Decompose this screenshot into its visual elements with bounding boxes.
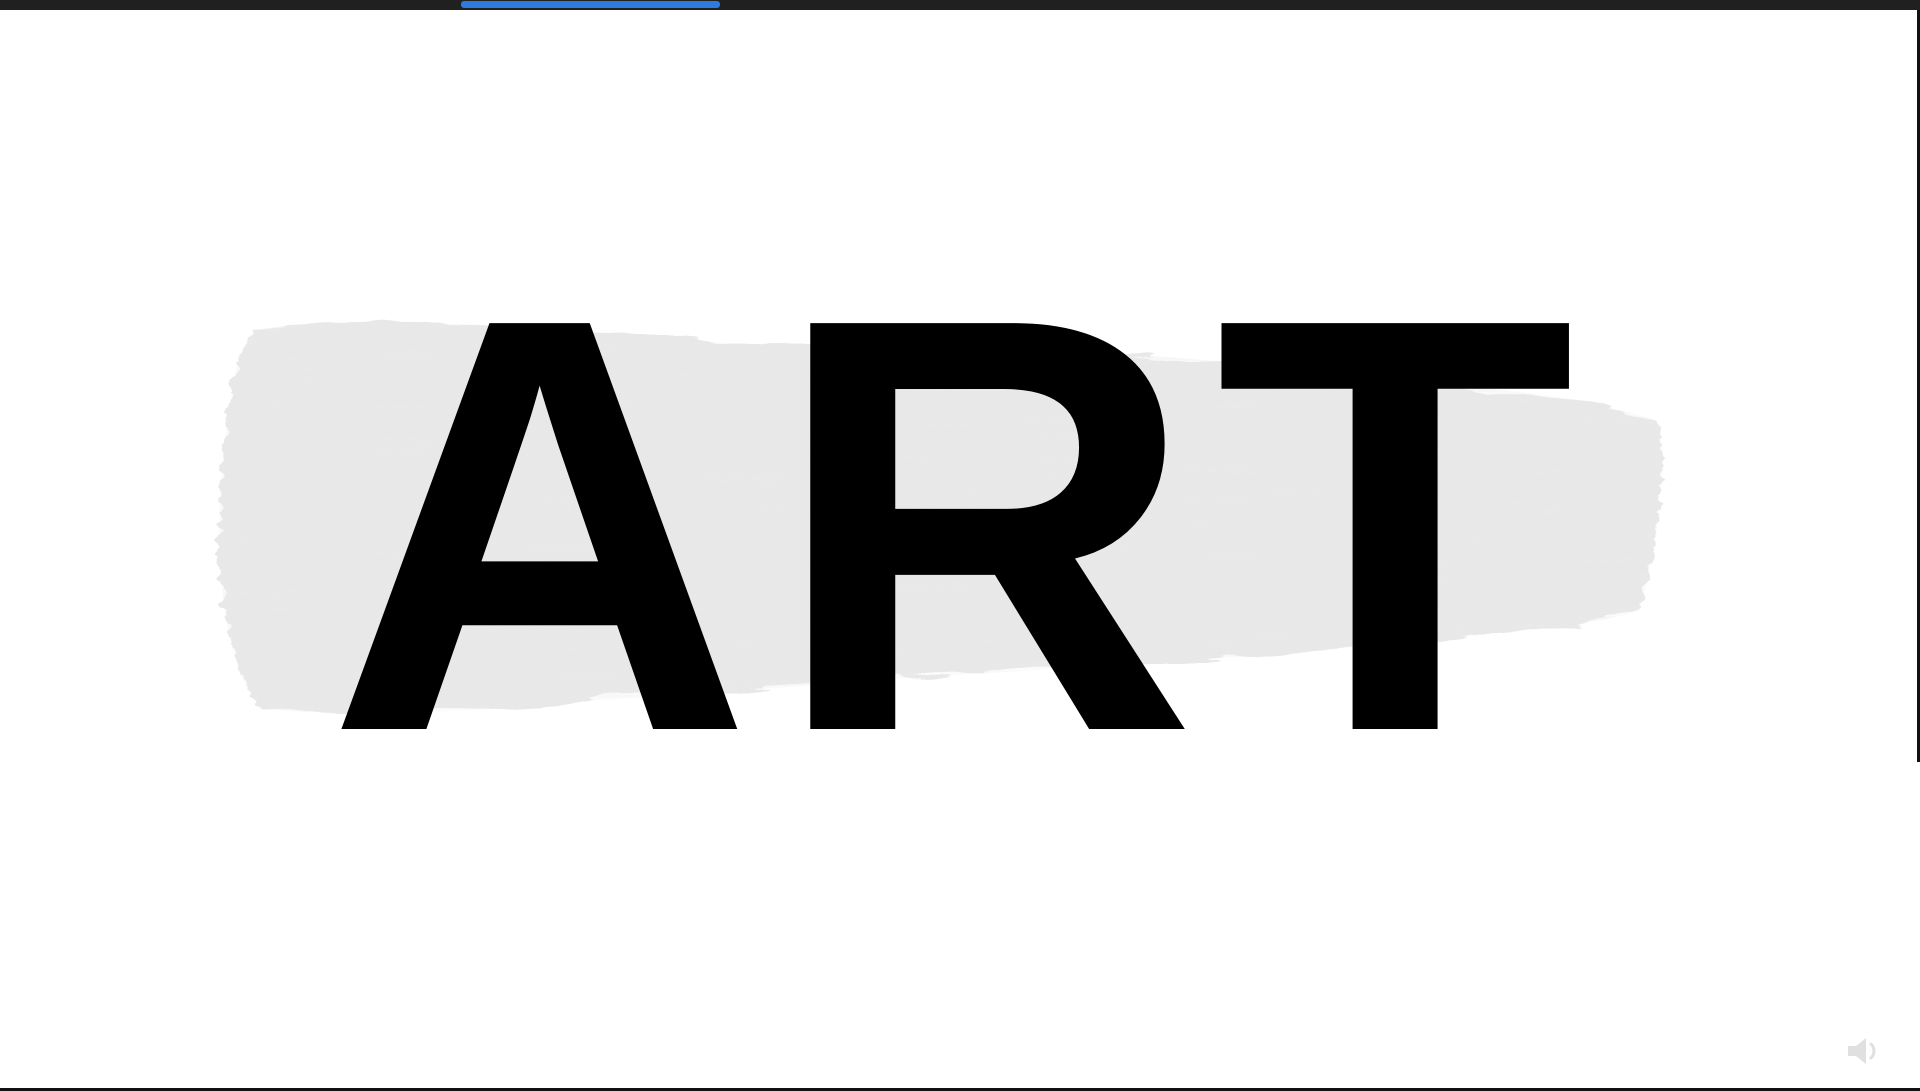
volume-icon[interactable] [1842,1029,1886,1073]
art-stage: ART [0,0,1920,1091]
art-graphic: ART [219,196,1663,855]
art-headline: ART [327,196,1594,855]
video-frame: ART [0,0,1920,1091]
